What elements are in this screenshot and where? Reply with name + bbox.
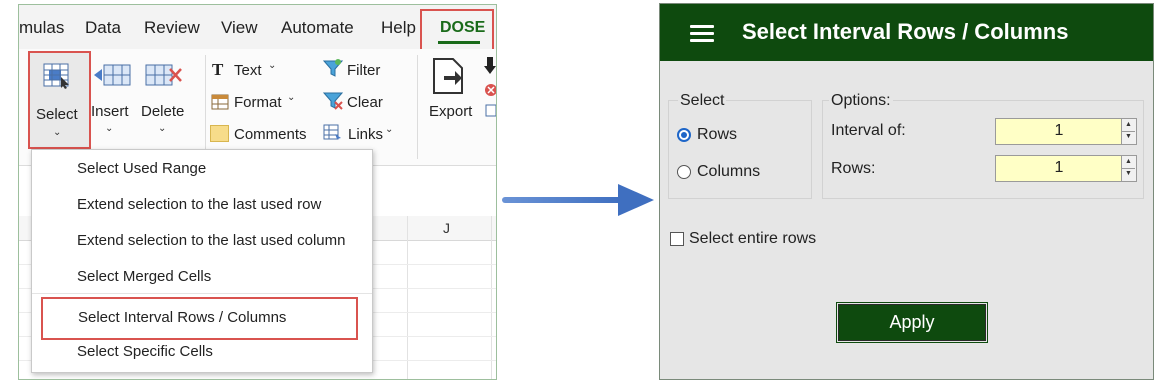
select-group-box (668, 100, 812, 199)
arrow-right-icon (502, 184, 654, 216)
chevron-down-icon: ⌄ (287, 92, 296, 103)
tab-dose[interactable]: DOSE (440, 19, 485, 37)
menu-item-select-used-range[interactable]: Select Used Range (77, 160, 206, 177)
comments-button[interactable]: Comments (234, 126, 307, 143)
rows-spin-buttons: ▲ ▼ (1121, 156, 1136, 181)
dialog-title: Select Interval Rows / Columns (742, 19, 1069, 44)
clear-filter-icon (323, 92, 343, 110)
tab-view[interactable]: View (221, 18, 258, 38)
links-icon (323, 124, 341, 140)
radio-rows-label[interactable]: Rows (697, 126, 737, 144)
interval-stepper[interactable]: 1 ▲ ▼ (995, 118, 1137, 145)
radio-columns-label[interactable]: Columns (697, 163, 760, 181)
interval-spin-buttons: ▲ ▼ (1121, 119, 1136, 144)
menu-divider (32, 293, 372, 294)
delete-button[interactable]: Delete (141, 103, 184, 120)
insert-cells-icon[interactable] (92, 63, 132, 89)
select-group-label: Select (678, 92, 727, 110)
radio-columns[interactable] (677, 165, 691, 179)
apply-button[interactable]: Apply (838, 304, 986, 341)
chevron-down-icon: ⌄ (385, 124, 394, 135)
menu-item-highlight[interactable]: Select Interval Rows / Columns (41, 297, 358, 340)
select-entire-rows-checkbox[interactable] (670, 232, 684, 246)
tab-automate[interactable]: Automate (281, 18, 354, 38)
export-button[interactable]: Export (429, 103, 472, 120)
chevron-down-icon: ⌄ (268, 60, 277, 71)
chevron-down-icon: ⌄ (53, 127, 62, 138)
clear-button[interactable]: Clear (347, 94, 383, 111)
select-label: Select (36, 106, 78, 123)
dialog-header: Select Interval Rows / Columns (660, 4, 1153, 61)
interval-value[interactable]: 1 (996, 122, 1122, 140)
gridline (491, 216, 492, 379)
menu-item-select-specific-cells[interactable]: Select Specific Cells (77, 343, 213, 360)
text-icon: T (212, 60, 224, 79)
format-icon (211, 94, 229, 110)
select-dropdown-menu: Select Used Range Extend selection to th… (31, 149, 373, 373)
tab-data[interactable]: Data (85, 18, 121, 38)
interval-dialog: Select Interval Rows / Columns Select Ro… (659, 3, 1154, 380)
options-group-label: Options: (829, 92, 893, 110)
filter-button[interactable]: Filter (347, 62, 380, 79)
select-entire-rows-label[interactable]: Select entire rows (689, 230, 816, 248)
tab-help[interactable]: Help (381, 18, 416, 38)
chevron-down-icon[interactable]: ⌄ (105, 123, 113, 134)
dose-tab-highlight[interactable]: DOSE (420, 9, 494, 51)
links-button[interactable]: Links (348, 126, 383, 143)
text-button[interactable]: Text (234, 62, 262, 79)
gridline (407, 216, 408, 379)
comments-icon (210, 125, 229, 142)
options-group-box (822, 100, 1144, 199)
ribbon-divider (205, 55, 206, 159)
column-header-j[interactable]: J (443, 220, 450, 236)
export-icon[interactable] (431, 57, 465, 95)
rows-label: Rows: (831, 160, 876, 177)
filter-icon (323, 59, 343, 77)
rows-value[interactable]: 1 (996, 159, 1122, 177)
spin-down-icon[interactable]: ▼ (1122, 131, 1135, 143)
tab-dose-underline (438, 41, 480, 44)
spin-down-icon[interactable]: ▼ (1122, 168, 1135, 180)
tab-review[interactable]: Review (144, 18, 200, 38)
ribbon-divider (417, 55, 418, 159)
radio-rows[interactable] (677, 128, 691, 142)
menu-item-select-merged-cells[interactable]: Select Merged Cells (77, 268, 211, 285)
ribbon-tab-bar: mulas Data Review View Automate Help DOS… (19, 5, 496, 51)
interval-label: Interval of: (831, 122, 906, 139)
menu-item-extend-last-column[interactable]: Extend selection to the last used column (77, 232, 346, 249)
select-grid-icon (43, 63, 69, 89)
chevron-down-icon[interactable]: ⌄ (158, 123, 166, 134)
menu-item-extend-last-row[interactable]: Extend selection to the last used row (77, 196, 321, 213)
menu-item-select-interval[interactable]: Select Interval Rows / Columns (78, 309, 286, 326)
select-button[interactable]: Select ⌄ (28, 51, 91, 149)
format-button[interactable]: Format (234, 94, 282, 111)
tab-formulas[interactable]: mulas (19, 18, 64, 38)
more-commands-icon[interactable] (484, 57, 496, 117)
rows-stepper[interactable]: 1 ▲ ▼ (995, 155, 1137, 182)
delete-cells-icon[interactable] (144, 63, 184, 89)
insert-button[interactable]: Insert (91, 103, 129, 120)
excel-window: mulas Data Review View Automate Help DOS… (18, 4, 497, 380)
